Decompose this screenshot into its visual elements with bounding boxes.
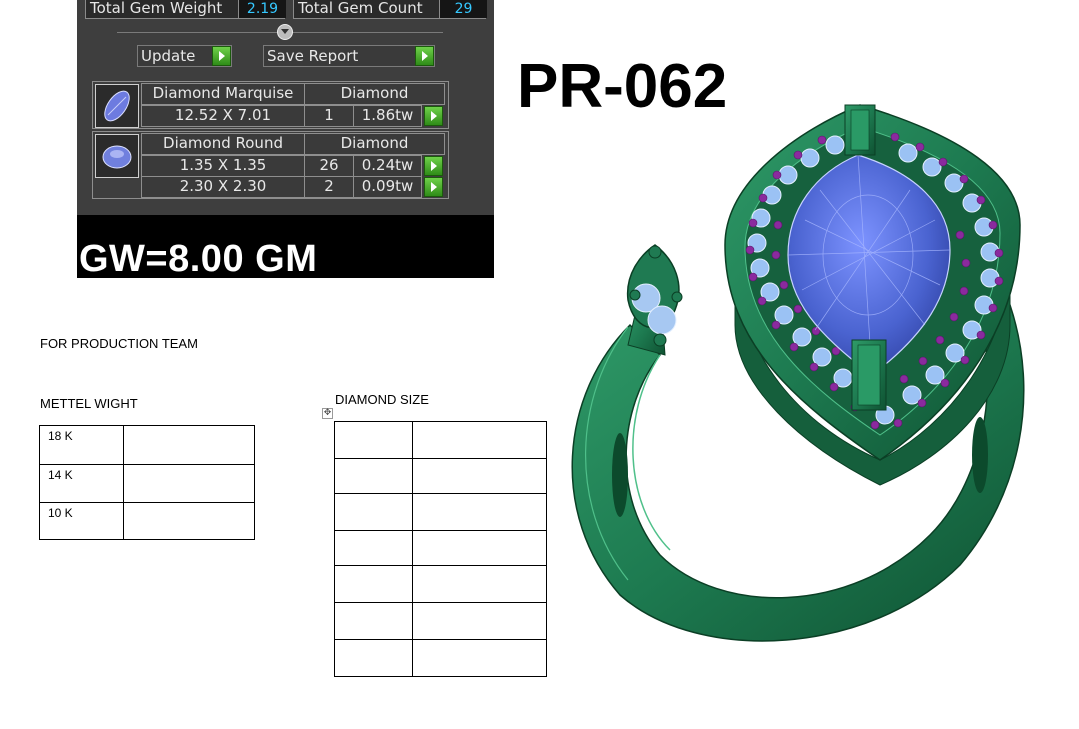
metal-karat: 18 K — [39, 425, 124, 465]
gem-weight: 1.86tw — [353, 105, 422, 127]
update-button[interactable]: Update — [137, 45, 232, 67]
diamond-size-cell[interactable] — [412, 493, 547, 531]
diamond-size-cell[interactable] — [412, 602, 547, 640]
total-gem-count-label: Total Gem Count — [298, 0, 423, 17]
gem-group-round: Diamond Round Diamond 1.35 X 1.35 26 0.2… — [92, 131, 449, 199]
diamond-size-cell[interactable] — [334, 602, 413, 640]
total-gem-count-value: 29 — [439, 0, 487, 18]
metal-weight-cell[interactable] — [123, 502, 255, 540]
diamond-size-cell[interactable] — [334, 565, 413, 603]
total-gem-weight-label: Total Gem Weight — [90, 0, 223, 17]
diamond-size-cell[interactable] — [334, 421, 413, 459]
metal-karat: 10 K — [39, 502, 124, 540]
round-gem-icon — [95, 134, 139, 178]
gem-size: 1.35 X 1.35 — [141, 155, 305, 177]
gem-name: Diamond Round — [141, 133, 305, 155]
ring-render-image — [571, 104, 1025, 642]
save-report-button-label: Save Report — [267, 47, 359, 65]
gem-material: Diamond — [304, 133, 445, 155]
diamond-size-cell[interactable] — [412, 639, 547, 677]
diamond-size-table — [334, 421, 547, 677]
gem-count: 1 — [304, 105, 354, 127]
metal-weight-heading: METTEL WIGHT — [40, 396, 138, 411]
diamond-size-cell[interactable] — [334, 458, 413, 494]
gem-weight: 0.24tw — [353, 155, 422, 177]
gem-weight: 0.09tw — [353, 176, 422, 198]
gem-material: Diamond — [304, 83, 445, 105]
gem-report-panel: Total Gem Weight 2.19 Total Gem Count 29… — [77, 0, 494, 280]
diamond-size-cell[interactable] — [334, 639, 413, 677]
play-icon[interactable] — [424, 106, 443, 126]
diamond-size-heading: DIAMOND SIZE — [335, 392, 429, 407]
diamond-size-cell[interactable] — [412, 530, 547, 566]
play-icon[interactable] — [415, 46, 434, 66]
move-icon[interactable]: ✥ — [322, 408, 333, 419]
play-icon[interactable] — [212, 46, 231, 66]
diamond-size-cell[interactable] — [412, 458, 547, 494]
gem-report-body: Total Gem Weight 2.19 Total Gem Count 29… — [77, 0, 494, 215]
update-button-label: Update — [141, 47, 196, 65]
gem-size: 12.52 X 7.01 — [141, 105, 305, 127]
gem-count: 26 — [304, 155, 354, 177]
diamond-size-cell[interactable] — [334, 493, 413, 531]
total-gem-weight-value: 2.19 — [238, 0, 286, 18]
total-gem-weight-box: Total Gem Weight 2.19 — [85, 0, 286, 19]
total-gem-count-box: Total Gem Count 29 — [293, 0, 487, 19]
slider-handle[interactable] — [277, 24, 293, 40]
save-report-button[interactable]: Save Report — [263, 45, 435, 67]
marquise-gem-icon — [95, 84, 139, 128]
gem-count: 2 — [304, 176, 354, 198]
play-icon[interactable] — [424, 177, 443, 197]
gross-weight: GW=8.00 GM — [79, 238, 318, 280]
metal-karat: 14 K — [39, 464, 124, 503]
gem-name: Diamond Marquise — [141, 83, 305, 105]
diamond-size-cell[interactable] — [412, 565, 547, 603]
gem-size: 2.30 X 2.30 — [141, 176, 305, 198]
metal-weight-table: 18 K 14 K 10 K — [39, 425, 255, 540]
play-icon[interactable] — [424, 156, 443, 176]
production-heading: FOR PRODUCTION TEAM — [40, 336, 198, 351]
metal-weight-cell[interactable] — [123, 464, 255, 503]
metal-weight-cell[interactable] — [123, 425, 255, 465]
gem-group-marquise: Diamond Marquise Diamond 12.52 X 7.01 1 … — [92, 81, 449, 129]
diamond-size-cell[interactable] — [412, 421, 547, 459]
diamond-size-cell[interactable] — [334, 530, 413, 566]
